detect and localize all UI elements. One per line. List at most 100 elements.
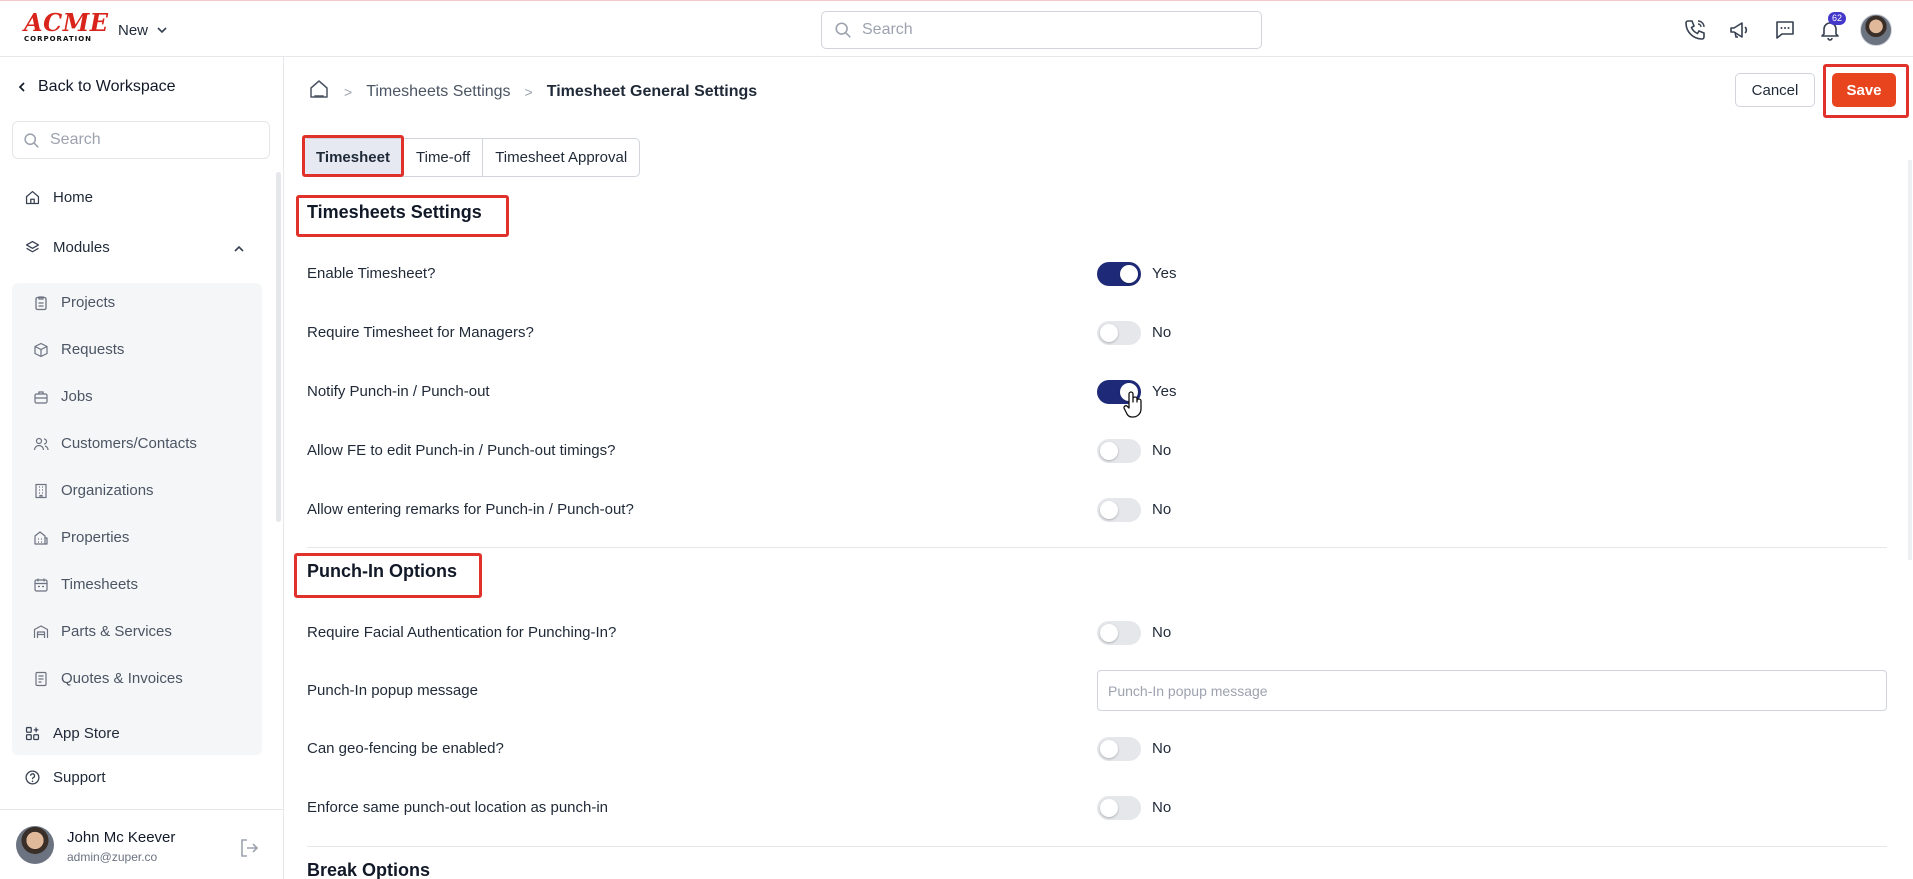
sidebar-item-customers[interactable]: Customers/Contacts xyxy=(33,435,197,452)
require-timesheet-managers-value: No xyxy=(1152,324,1172,341)
section-title-timesheets-settings: Timesheets Settings xyxy=(307,202,482,222)
toggle-knob xyxy=(1100,324,1118,342)
sidebar-item-label: Properties xyxy=(61,529,130,546)
sidebar-item-timesheets[interactable]: Timesheets xyxy=(33,576,138,593)
enable-timesheet-value: Yes xyxy=(1152,265,1177,282)
toggle-knob xyxy=(1120,265,1138,283)
avatar[interactable] xyxy=(16,826,54,864)
allow-remarks-label: Allow entering remarks for Punch-in / Pu… xyxy=(307,501,634,518)
section-divider xyxy=(307,846,1887,847)
notify-punch-toggle[interactable] xyxy=(1097,380,1141,404)
popup-message-label: Punch-In popup message xyxy=(307,682,478,699)
new-label: New xyxy=(118,21,149,39)
breadcrumb-home[interactable] xyxy=(308,78,330,105)
breadcrumb-separator: > xyxy=(524,83,533,100)
notification-count-badge: 62 xyxy=(1827,11,1846,25)
facial-auth-toggle[interactable] xyxy=(1097,621,1141,645)
sidebar-item-jobs[interactable]: Jobs xyxy=(33,388,93,405)
megaphone-icon xyxy=(1729,22,1747,38)
layers-icon xyxy=(25,240,40,253)
acme-logo[interactable]: ACME CORPORATION xyxy=(24,11,108,44)
breadcrumb: > Timesheets Settings > Timesheet Genera… xyxy=(308,78,757,105)
back-to-workspace-label: Back to Workspace xyxy=(38,78,176,95)
enable-timesheet-toggle[interactable] xyxy=(1097,262,1141,286)
toggle-knob xyxy=(1100,501,1118,519)
clipboard-icon xyxy=(35,295,47,310)
sidebar-item-label: Projects xyxy=(61,294,116,311)
geo-fencing-label: Can geo-fencing be enabled? xyxy=(307,740,504,757)
same-location-toggle[interactable] xyxy=(1097,796,1141,820)
tab-timesheet[interactable]: Timesheet xyxy=(303,139,404,176)
sidebar-item-modules[interactable]: Modules xyxy=(24,239,110,256)
chevron-up-icon[interactable] xyxy=(232,242,246,256)
sidebar-item-support[interactable]: Support xyxy=(24,769,106,786)
sidebar-item-properties[interactable]: Properties xyxy=(33,529,129,546)
notify-punch-label: Notify Punch-in / Punch-out xyxy=(307,383,490,400)
enable-timesheet-label: Enable Timesheet? xyxy=(307,265,436,282)
breadcrumb-timesheets-settings[interactable]: Timesheets Settings xyxy=(366,83,510,101)
help-icon xyxy=(25,770,40,785)
require-timesheet-managers-toggle[interactable] xyxy=(1097,321,1141,345)
sidebar-item-parts-services[interactable]: Parts & Services xyxy=(33,623,172,640)
sidebar-scrollbar[interactable] xyxy=(276,172,281,522)
breadcrumb-current: Timesheet General Settings xyxy=(546,82,758,100)
top-bar: ACME CORPORATION New 62 xyxy=(0,0,1913,57)
save-button[interactable]: Save xyxy=(1832,73,1896,107)
app-store-icon xyxy=(25,726,40,741)
user-email: admin@zuper.co xyxy=(67,850,158,864)
new-dropdown-button[interactable]: New xyxy=(118,18,168,42)
toggle-knob xyxy=(1100,624,1118,642)
sidebar-item-label: Modules xyxy=(53,239,110,256)
breadcrumb-separator: > xyxy=(344,83,353,100)
popup-message-input[interactable] xyxy=(1097,670,1887,711)
announcements-button[interactable] xyxy=(1725,16,1754,45)
geo-fencing-toggle[interactable] xyxy=(1097,737,1141,761)
warehouse-icon xyxy=(33,624,49,638)
global-search[interactable] xyxy=(821,11,1262,49)
sidebar-search-input[interactable] xyxy=(50,131,250,149)
sidebar-item-organizations[interactable]: Organizations xyxy=(33,482,154,499)
user-name: John Mc Keever xyxy=(67,829,176,846)
sidebar-search[interactable] xyxy=(12,121,270,159)
allow-remarks-toggle[interactable] xyxy=(1097,498,1141,522)
chat-button[interactable] xyxy=(1770,16,1799,45)
sidebar-item-label: Jobs xyxy=(61,388,93,405)
home-icon xyxy=(310,80,328,98)
sidebar-item-requests[interactable]: Requests xyxy=(33,341,124,358)
user-profile: John Mc Keever admin@zuper.co xyxy=(0,809,284,879)
settings-tabs: Timesheet Time-off Timesheet Approval xyxy=(302,138,641,177)
toggle-knob xyxy=(1100,442,1118,460)
sidebar-item-label: Quotes & Invoices xyxy=(61,670,183,687)
tab-time-off[interactable]: Time-off xyxy=(404,139,484,176)
logout-icon[interactable] xyxy=(238,837,260,859)
sidebar-item-label: App Store xyxy=(53,725,120,742)
back-to-workspace-link[interactable]: Back to Workspace xyxy=(16,78,176,96)
search-icon xyxy=(835,22,851,38)
require-timesheet-managers-label: Require Timesheet for Managers? xyxy=(307,324,534,341)
user-avatar[interactable] xyxy=(1860,14,1892,46)
allow-fe-edit-toggle[interactable] xyxy=(1097,439,1141,463)
sidebar-item-quotes-invoices[interactable]: Quotes & Invoices xyxy=(33,670,183,687)
chevron-down-icon xyxy=(157,27,167,34)
section-title-punch-in-options: Punch-In Options xyxy=(307,561,457,581)
notifications-button[interactable]: 62 xyxy=(1815,11,1846,45)
sidebar-item-home[interactable]: Home xyxy=(24,189,93,206)
phone-button[interactable] xyxy=(1680,16,1709,45)
users-icon xyxy=(33,437,49,450)
sidebar-item-label: Home xyxy=(53,189,94,206)
cancel-button[interactable]: Cancel xyxy=(1735,73,1815,107)
main-scrollbar[interactable] xyxy=(1908,160,1912,560)
sidebar-item-app-store[interactable]: App Store xyxy=(24,725,120,742)
global-search-input[interactable] xyxy=(862,21,1242,39)
same-location-label: Enforce same punch-out location as punch… xyxy=(307,799,609,816)
tab-timesheet-approval[interactable]: Timesheet Approval xyxy=(483,139,640,176)
chevron-left-icon xyxy=(18,82,25,92)
allow-fe-edit-label: Allow FE to edit Punch-in / Punch-out ti… xyxy=(307,442,616,459)
phone-icon xyxy=(1684,20,1705,40)
sidebar-item-label: Support xyxy=(53,769,106,786)
invoice-icon xyxy=(35,671,47,686)
sidebar: Back to Workspace Home Modules Projects … xyxy=(0,57,284,879)
same-location-value: No xyxy=(1152,799,1172,816)
sidebar-item-projects[interactable]: Projects xyxy=(33,294,115,311)
property-icon xyxy=(34,530,48,545)
